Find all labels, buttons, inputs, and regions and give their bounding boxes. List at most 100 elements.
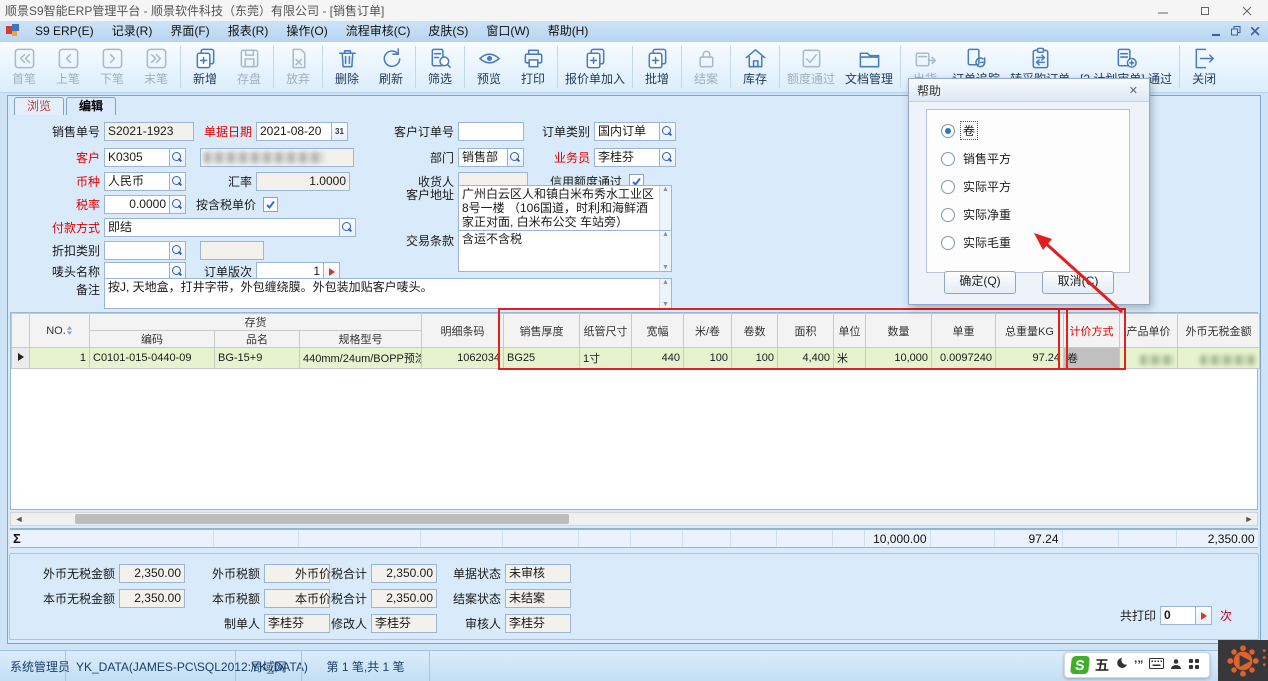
col-header-code[interactable]: 编码 [90, 331, 215, 348]
tab-edit[interactable]: 编辑 [66, 97, 116, 115]
toolbar-button-printer-11[interactable]: 打印 [511, 42, 555, 92]
cell-qty[interactable]: 10,000 [866, 348, 932, 369]
corner-app-logo[interactable]: ••• [1218, 640, 1268, 681]
horizontal-scrollbar[interactable]: ◄ ► [10, 512, 1258, 526]
radio-option-3[interactable]: 实际净重 [941, 207, 1129, 222]
col-header-unit_weight[interactable]: 单重 [932, 314, 996, 348]
close-button[interactable] [1226, 0, 1268, 21]
trade-terms-textarea[interactable]: 含运不含税 ▲▼ [458, 230, 672, 272]
col-header-rolls[interactable]: 卷数 [732, 314, 778, 348]
cell-unit[interactable]: 米 [834, 348, 866, 369]
lookup-icon[interactable] [660, 148, 676, 167]
lookup-icon[interactable] [508, 148, 524, 167]
cell-area[interactable]: 4,400 [778, 348, 834, 369]
exchange-rate-input[interactable]: 1.0000 [256, 172, 350, 191]
scroll-up-icon[interactable]: ▲ [662, 279, 669, 286]
toolbar-button-add-doc-13[interactable]: 批增 [635, 42, 679, 92]
menu-item-5[interactable]: 流程审核(C) [337, 21, 420, 42]
radio-icon[interactable] [941, 236, 955, 250]
ime-toolbar[interactable]: S 五 ’” [1064, 652, 1210, 678]
toolbox-grid-icon[interactable] [1188, 658, 1200, 673]
table-row[interactable]: 1C0101-015-0440-09BG-15+9440mm/24um/BOPP… [12, 348, 1260, 369]
dialog-close-icon[interactable]: ✕ [1126, 84, 1141, 97]
cell-code[interactable]: C0101-015-0440-09 [90, 348, 215, 369]
cancel-button[interactable]: 取消(C) [1042, 271, 1114, 294]
spinner-icon[interactable] [1196, 606, 1212, 625]
tab-browse[interactable]: 浏览 [14, 97, 64, 115]
radio-icon[interactable] [941, 180, 955, 194]
tax-rate-input[interactable]: 0.0000 [104, 195, 170, 214]
lookup-icon[interactable] [170, 195, 186, 214]
calendar-icon[interactable]: 31 [332, 122, 348, 141]
help-dialog-titlebar[interactable]: 帮助 ✕ [909, 79, 1149, 102]
radio-option-4[interactable]: 实际毛重 [941, 235, 1129, 250]
ime-mode-label[interactable]: 五 [1095, 655, 1109, 675]
toolbar-button-add-doc-4[interactable]: 新增 [183, 42, 227, 92]
col-header-name[interactable]: 品名 [215, 331, 300, 348]
salesman-input[interactable]: 李桂芬 [594, 148, 660, 167]
radio-option-1[interactable]: 销售平方 [941, 151, 1129, 166]
sales-no-input[interactable]: S2021-1923 [104, 122, 194, 141]
more-dots-icon[interactable]: ••• [1262, 648, 1266, 669]
radio-icon[interactable] [941, 208, 955, 222]
col-header-width[interactable]: 宽幅 [632, 314, 684, 348]
menu-item-1[interactable]: 记录(R) [103, 21, 162, 42]
scroll-right-icon[interactable]: ► [1241, 514, 1257, 524]
col-header-barcode[interactable]: 明细条码 [422, 314, 504, 348]
toolbar-button-exit-22[interactable]: 关闭 [1182, 42, 1226, 92]
scrollbar[interactable]: ▲▼ [659, 279, 671, 308]
mdi-minimize-icon[interactable] [1212, 25, 1221, 39]
cell-thickness[interactable]: BG25 [504, 348, 580, 369]
lookup-icon[interactable] [170, 172, 186, 191]
menu-item-4[interactable]: 操作(O) [277, 21, 336, 42]
radio-icon[interactable] [941, 124, 955, 138]
print-count-input[interactable]: 0 [1160, 606, 1196, 625]
sogou-logo-icon[interactable]: S [1070, 656, 1090, 674]
col-header-tube[interactable]: 纸管尺寸 [580, 314, 632, 348]
radio-icon[interactable] [941, 152, 955, 166]
punctuation-icon[interactable]: ’” [1134, 658, 1143, 672]
doc-date-input[interactable]: 2021-08-20 [256, 122, 332, 141]
cell-m_per_roll[interactable]: 100 [684, 348, 732, 369]
col-header-spec[interactable]: 规格型号 [300, 331, 422, 348]
payment-input[interactable]: 即结 [104, 218, 340, 237]
cell-name[interactable]: BG-15+9 [215, 348, 300, 369]
radio-option-0[interactable]: 卷 [941, 123, 1129, 138]
lookup-icon[interactable] [170, 148, 186, 167]
col-header-unit[interactable]: 单位 [834, 314, 866, 348]
col-header-unit_price[interactable]: 产品单价 [1120, 314, 1178, 348]
menu-item-2[interactable]: 界面(F) [161, 21, 218, 42]
mdi-restore-icon[interactable] [1231, 25, 1241, 39]
toolbar-button-filter-doc-9[interactable]: 筛选 [418, 42, 462, 92]
toolbar-button-eye-10[interactable]: 预览 [467, 42, 511, 92]
cell-price_mode[interactable]: 卷 [1064, 348, 1120, 369]
cell-unit_weight[interactable]: 0.0097240 [932, 348, 996, 369]
menu-item-6[interactable]: 皮肤(S) [419, 21, 477, 42]
menu-item-3[interactable]: 报表(R) [219, 21, 278, 42]
cell-width[interactable]: 440 [632, 348, 684, 369]
customer-input[interactable]: K0305 [104, 148, 170, 167]
col-header-price_mode[interactable]: 计价方式 [1064, 314, 1120, 348]
menu-item-7[interactable]: 窗口(W) [477, 21, 538, 42]
lookup-icon[interactable] [170, 241, 186, 260]
cell-spec[interactable]: 440mm/24um/BOPP预涂... [300, 348, 422, 369]
cell-unit_price[interactable] [1120, 348, 1178, 369]
toolbar-button-refresh-8[interactable]: 刷新 [369, 42, 413, 92]
cell-amount[interactable] [1178, 348, 1260, 369]
cell-no[interactable]: 1 [30, 348, 90, 369]
minimize-button[interactable] [1142, 0, 1184, 21]
toolbar-button-add-doc-12[interactable]: 报价单加入 [560, 42, 630, 92]
col-header-qty[interactable]: 数量 [866, 314, 932, 348]
keyboard-icon[interactable] [1149, 658, 1164, 672]
scroll-up-icon[interactable]: ▲ [662, 186, 669, 193]
customer-order-no-input[interactable] [458, 122, 524, 141]
department-input[interactable]: 销售部 [458, 148, 508, 167]
toolbar-button-folder-17[interactable]: 文档管理 [840, 42, 898, 92]
currency-input[interactable]: 人民币 [104, 172, 170, 191]
cell-total_kg[interactable]: 97.24 [996, 348, 1064, 369]
radio-option-2[interactable]: 实际平方 [941, 179, 1129, 194]
moon-icon[interactable] [1115, 657, 1128, 673]
col-header-area[interactable]: 面积 [778, 314, 834, 348]
scroll-down-icon[interactable]: ▼ [662, 301, 669, 308]
remark-textarea[interactable]: 按J, 天地盒，打井字带，外包缠绕膜。外包装加贴客户唛头。 ▲▼ [104, 278, 672, 309]
